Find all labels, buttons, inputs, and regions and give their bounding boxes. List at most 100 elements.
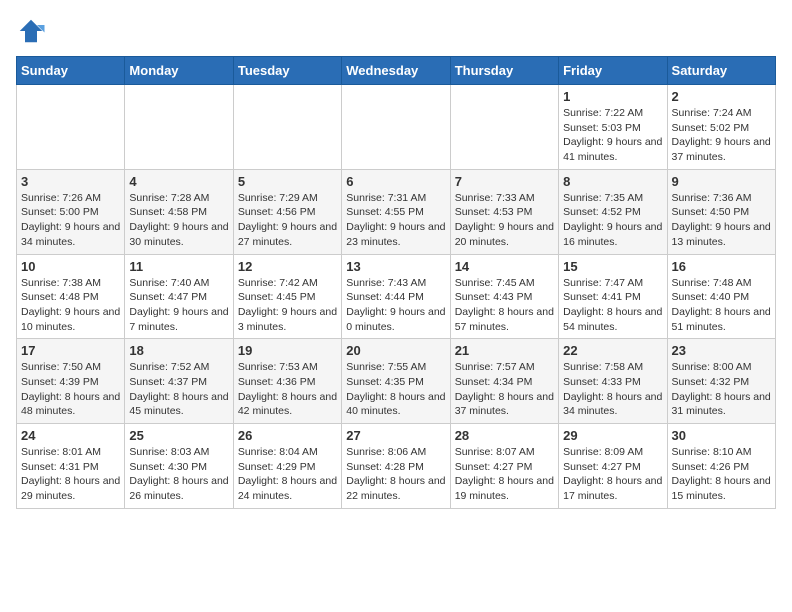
day-info: Sunrise: 7:47 AM Sunset: 4:41 PM Dayligh… <box>563 276 662 335</box>
day-info: Sunrise: 7:53 AM Sunset: 4:36 PM Dayligh… <box>238 360 337 419</box>
day-info: Sunrise: 7:52 AM Sunset: 4:37 PM Dayligh… <box>129 360 228 419</box>
day-info: Sunrise: 7:29 AM Sunset: 4:56 PM Dayligh… <box>238 191 337 250</box>
day-number: 2 <box>672 89 771 104</box>
calendar-cell <box>17 85 125 170</box>
calendar-cell: 7Sunrise: 7:33 AM Sunset: 4:53 PM Daylig… <box>450 169 558 254</box>
calendar-cell: 11 Sunrise: 7:40 AM Sunset: 4:47 PM Dayli… <box>125 254 233 339</box>
day-number: 18 <box>129 343 228 358</box>
calendar-week-row: 1 Sunrise: 7:22 AM Sunset: 5:03 PM Daylig… <box>17 85 776 170</box>
day-info: Sunrise: 7:28 AM Sunset: 4:58 PM Dayligh… <box>129 191 228 250</box>
calendar-cell: 30Sunrise: 8:10 AM Sunset: 4:26 PM Dayli… <box>667 424 775 509</box>
calendar-cell: 13 Sunrise: 7:43 AM Sunset: 4:44 PM Dayli… <box>342 254 450 339</box>
day-number: 22 <box>563 343 662 358</box>
calendar-cell: 27 Sunrise: 8:06 AM Sunset: 4:28 PM Dayli… <box>342 424 450 509</box>
logo-icon <box>16 16 46 46</box>
day-number: 25 <box>129 428 228 443</box>
page-header <box>16 16 776 46</box>
calendar-cell: 3 Sunrise: 7:26 AM Sunset: 5:00 PM Daylig… <box>17 169 125 254</box>
calendar-cell: 24 Sunrise: 8:01 AM Sunset: 4:31 PM Dayli… <box>17 424 125 509</box>
day-number: 10 <box>21 259 120 274</box>
calendar-cell <box>125 85 233 170</box>
day-number: 15 <box>563 259 662 274</box>
calendar-cell: 26 Sunrise: 8:04 AM Sunset: 4:29 PM Dayli… <box>233 424 341 509</box>
day-info: Sunrise: 7:42 AM Sunset: 4:45 PM Dayligh… <box>238 276 337 335</box>
day-number: 6 <box>346 174 445 189</box>
day-number: 13 <box>346 259 445 274</box>
calendar-cell: 8 Sunrise: 7:35 AM Sunset: 4:52 PM Daylig… <box>559 169 667 254</box>
day-number: 8 <box>563 174 662 189</box>
day-number: 30 <box>672 428 771 443</box>
day-number: 26 <box>238 428 337 443</box>
calendar-week-row: 17Sunrise: 7:50 AM Sunset: 4:39 PM Dayli… <box>17 339 776 424</box>
calendar-cell: 19 Sunrise: 7:53 AM Sunset: 4:36 PM Dayli… <box>233 339 341 424</box>
calendar-cell: 10 Sunrise: 7:38 AM Sunset: 4:48 PM Dayli… <box>17 254 125 339</box>
day-number: 3 <box>21 174 120 189</box>
calendar-cell: 15 Sunrise: 7:47 AM Sunset: 4:41 PM Dayli… <box>559 254 667 339</box>
calendar-cell: 16 Sunrise: 7:48 AM Sunset: 4:40 PM Dayli… <box>667 254 775 339</box>
day-info: Sunrise: 7:43 AM Sunset: 4:44 PM Dayligh… <box>346 276 445 335</box>
calendar-cell: 6 Sunrise: 7:31 AM Sunset: 4:55 PM Daylig… <box>342 169 450 254</box>
day-info: Sunrise: 7:50 AM Sunset: 4:39 PM Dayligh… <box>21 360 120 419</box>
calendar-cell: 17Sunrise: 7:50 AM Sunset: 4:39 PM Dayli… <box>17 339 125 424</box>
day-of-week-header: Wednesday <box>342 57 450 85</box>
day-number: 21 <box>455 343 554 358</box>
calendar-cell: 4 Sunrise: 7:28 AM Sunset: 4:58 PM Daylig… <box>125 169 233 254</box>
calendar-cell: 23 Sunrise: 8:00 AM Sunset: 4:32 PM Dayli… <box>667 339 775 424</box>
calendar-cell: 21 Sunrise: 7:57 AM Sunset: 4:34 PM Dayli… <box>450 339 558 424</box>
day-info: Sunrise: 7:57 AM Sunset: 4:34 PM Dayligh… <box>455 360 554 419</box>
calendar-cell: 28 Sunrise: 8:07 AM Sunset: 4:27 PM Dayli… <box>450 424 558 509</box>
day-info: Sunrise: 7:36 AM Sunset: 4:50 PM Dayligh… <box>672 191 771 250</box>
day-info: Sunrise: 7:40 AM Sunset: 4:47 PM Dayligh… <box>129 276 228 335</box>
calendar-cell: 2 Sunrise: 7:24 AM Sunset: 5:02 PM Daylig… <box>667 85 775 170</box>
day-info: Sunrise: 8:01 AM Sunset: 4:31 PM Dayligh… <box>21 445 120 504</box>
calendar-cell <box>233 85 341 170</box>
day-number: 24 <box>21 428 120 443</box>
calendar-cell: 1 Sunrise: 7:22 AM Sunset: 5:03 PM Daylig… <box>559 85 667 170</box>
day-info: Sunrise: 8:09 AM Sunset: 4:27 PM Dayligh… <box>563 445 662 504</box>
day-number: 20 <box>346 343 445 358</box>
day-info: Sunrise: 7:55 AM Sunset: 4:35 PM Dayligh… <box>346 360 445 419</box>
calendar-cell: 22 Sunrise: 7:58 AM Sunset: 4:33 PM Dayli… <box>559 339 667 424</box>
day-number: 27 <box>346 428 445 443</box>
day-info: Sunrise: 8:06 AM Sunset: 4:28 PM Dayligh… <box>346 445 445 504</box>
day-number: 16 <box>672 259 771 274</box>
day-number: 1 <box>563 89 662 104</box>
day-number: 14 <box>455 259 554 274</box>
day-info: Sunrise: 7:38 AM Sunset: 4:48 PM Dayligh… <box>21 276 120 335</box>
day-number: 28 <box>455 428 554 443</box>
calendar-cell: 9 Sunrise: 7:36 AM Sunset: 4:50 PM Daylig… <box>667 169 775 254</box>
day-info: Sunrise: 8:04 AM Sunset: 4:29 PM Dayligh… <box>238 445 337 504</box>
logo <box>16 16 50 46</box>
day-info: Sunrise: 7:58 AM Sunset: 4:33 PM Dayligh… <box>563 360 662 419</box>
day-of-week-header: Sunday <box>17 57 125 85</box>
calendar-cell: 18 Sunrise: 7:52 AM Sunset: 4:37 PM Dayli… <box>125 339 233 424</box>
calendar-cell <box>342 85 450 170</box>
day-number: 23 <box>672 343 771 358</box>
day-info: Sunrise: 7:45 AM Sunset: 4:43 PM Dayligh… <box>455 276 554 335</box>
day-number: 4 <box>129 174 228 189</box>
calendar-cell <box>450 85 558 170</box>
day-number: 12 <box>238 259 337 274</box>
day-info: Sunrise: 8:00 AM Sunset: 4:32 PM Dayligh… <box>672 360 771 419</box>
calendar-table: SundayMondayTuesdayWednesdayThursdayFrid… <box>16 56 776 509</box>
calendar-cell: 14 Sunrise: 7:45 AM Sunset: 4:43 PM Dayli… <box>450 254 558 339</box>
calendar-week-row: 24 Sunrise: 8:01 AM Sunset: 4:31 PM Dayli… <box>17 424 776 509</box>
day-info: Sunrise: 7:26 AM Sunset: 5:00 PM Dayligh… <box>21 191 120 250</box>
day-info: Sunrise: 7:31 AM Sunset: 4:55 PM Dayligh… <box>346 191 445 250</box>
calendar-cell: 25 Sunrise: 8:03 AM Sunset: 4:30 PM Dayli… <box>125 424 233 509</box>
day-info: Sunrise: 7:35 AM Sunset: 4:52 PM Dayligh… <box>563 191 662 250</box>
day-number: 5 <box>238 174 337 189</box>
calendar-cell: 20 Sunrise: 7:55 AM Sunset: 4:35 PM Dayli… <box>342 339 450 424</box>
calendar-cell: 29 Sunrise: 8:09 AM Sunset: 4:27 PM Dayli… <box>559 424 667 509</box>
day-info: Sunrise: 8:03 AM Sunset: 4:30 PM Dayligh… <box>129 445 228 504</box>
day-number: 11 <box>129 259 228 274</box>
day-number: 19 <box>238 343 337 358</box>
day-info: Sunrise: 7:22 AM Sunset: 5:03 PM Dayligh… <box>563 106 662 165</box>
day-number: 9 <box>672 174 771 189</box>
day-info: Sunrise: 8:07 AM Sunset: 4:27 PM Dayligh… <box>455 445 554 504</box>
calendar-cell: 12 Sunrise: 7:42 AM Sunset: 4:45 PM Dayli… <box>233 254 341 339</box>
day-number: 29 <box>563 428 662 443</box>
day-info: Sunrise: 7:24 AM Sunset: 5:02 PM Dayligh… <box>672 106 771 165</box>
day-info: Sunrise: 7:48 AM Sunset: 4:40 PM Dayligh… <box>672 276 771 335</box>
day-of-week-header: Monday <box>125 57 233 85</box>
